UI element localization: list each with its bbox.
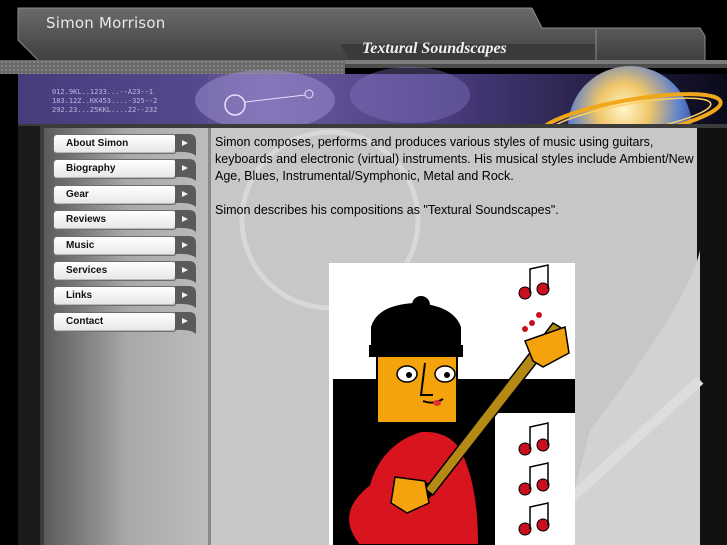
nav-about-simon[interactable]: About Simon bbox=[53, 133, 198, 157]
intro-paragraph: Simon composes, performs and produces va… bbox=[215, 135, 694, 183]
banner-code-text: 012.9KL..1233...--A23--1 183.12Z..KK453.… bbox=[52, 88, 158, 114]
nav-services[interactable]: Services bbox=[53, 260, 198, 284]
nav-label: Links bbox=[66, 290, 93, 302]
chevron-right-icon[interactable] bbox=[175, 184, 197, 208]
nav-button[interactable]: Contact bbox=[53, 311, 177, 332]
nav-links[interactable]: Links bbox=[53, 285, 198, 309]
nav-button[interactable]: Links bbox=[53, 286, 177, 307]
guitarist-illustration bbox=[329, 263, 575, 545]
nav-label: Contact bbox=[66, 315, 104, 327]
nav-button[interactable]: Gear bbox=[53, 184, 177, 205]
nav-gear[interactable]: Gear bbox=[53, 184, 198, 208]
nav-button[interactable]: Reviews bbox=[53, 210, 177, 231]
chevron-right-icon[interactable] bbox=[175, 260, 197, 284]
chevron-right-icon[interactable] bbox=[175, 158, 197, 182]
nav-label: About Simon bbox=[66, 138, 129, 149]
chevron-right-icon[interactable] bbox=[175, 311, 197, 335]
chevron-right-icon[interactable] bbox=[175, 285, 197, 309]
nav-label: Music bbox=[66, 239, 95, 251]
main-content: Simon composes, performs and produces va… bbox=[215, 134, 695, 236]
nav-label: Gear bbox=[66, 188, 89, 200]
nav-reviews[interactable]: Reviews bbox=[53, 209, 198, 233]
site-tagline: Textural Soundscapes bbox=[362, 40, 507, 57]
chevron-right-icon[interactable] bbox=[175, 133, 197, 157]
nav-music[interactable]: Music bbox=[53, 235, 198, 259]
nav-label: Biography bbox=[66, 163, 116, 175]
sidebar-nav: About Simon Biography Gear Reviews Music… bbox=[53, 134, 198, 337]
chevron-right-icon[interactable] bbox=[175, 235, 197, 259]
nav-button[interactable]: About Simon bbox=[53, 134, 177, 154]
chevron-right-icon[interactable] bbox=[175, 209, 197, 233]
nav-button[interactable]: Services bbox=[53, 260, 177, 281]
nav-biography[interactable]: Biography bbox=[53, 158, 198, 182]
nav-label: Reviews bbox=[66, 214, 107, 226]
nav-button[interactable]: Music bbox=[53, 235, 177, 256]
site-title: Simon Morrison bbox=[46, 14, 166, 32]
nav-contact[interactable]: Contact bbox=[53, 311, 198, 335]
description-paragraph: Simon describes his compositions as "Tex… bbox=[215, 203, 559, 217]
nav-button[interactable]: Biography bbox=[53, 159, 177, 180]
nav-label: Services bbox=[66, 264, 108, 276]
